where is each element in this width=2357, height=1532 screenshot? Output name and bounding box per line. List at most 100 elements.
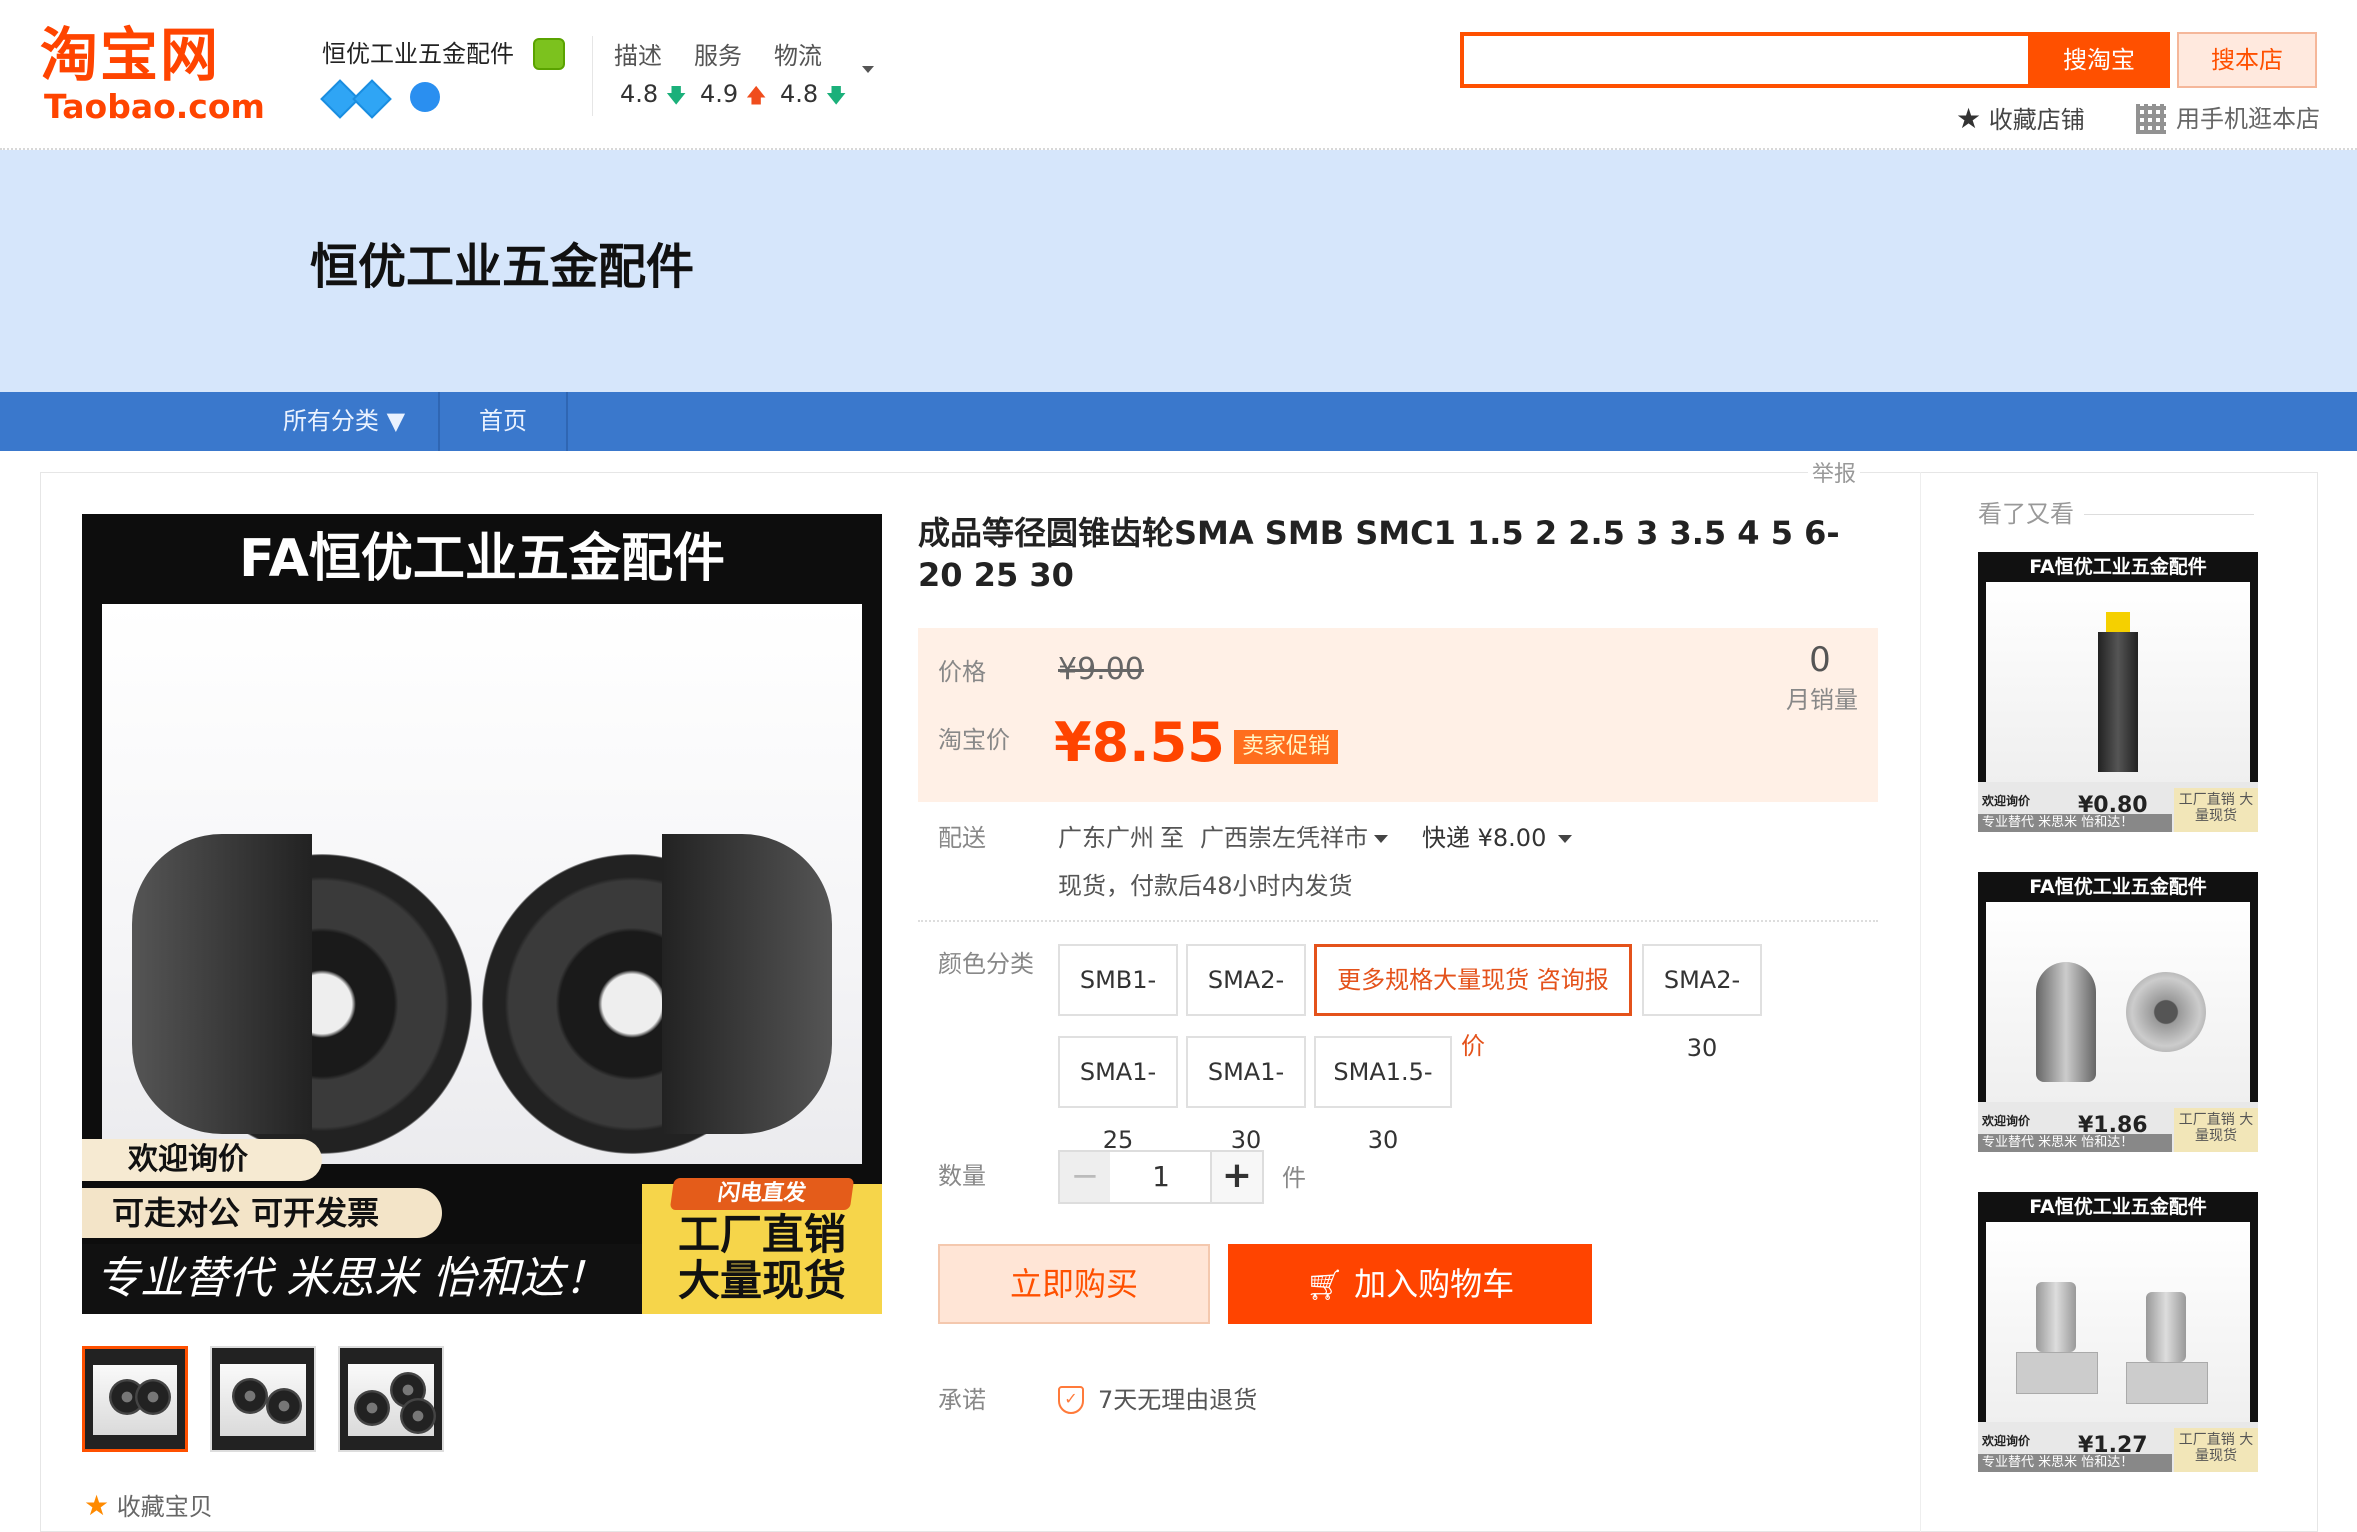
buy-now-button[interactable]: 立即购买 [938,1244,1210,1324]
product-part [2036,962,2096,1082]
arrow-down-icon: 🡇 [665,83,687,107]
verified-badge-icon [533,38,565,70]
delivery-label: 配送 [938,824,986,852]
ship-to-select[interactable]: 广西崇左凭祥市 [1200,822,1388,854]
divider [918,920,1878,922]
promo-price: ¥8.55 [1054,711,1225,774]
gear-photo [102,604,862,1164]
shop-name-link[interactable]: 恒优工业五金配件 [322,38,514,70]
fav-shop-link[interactable]: ★ 收藏店铺 [1956,102,2085,137]
quantity-input[interactable]: 1 [1110,1150,1212,1204]
quantity-decrease-button[interactable]: − [1058,1150,1112,1204]
report-link[interactable]: 举报 [1808,460,1861,490]
related-item-2[interactable]: FA恒优工业五金配件 欢迎询价 专业替代 米思米 怡和达！ 工厂直销 大量现货 [1978,872,2258,1152]
related-card-header: FA恒优工业五金配件 [2029,876,2207,898]
sku-option[interactable]: SMA1-30 [1186,1036,1306,1154]
product-part [2098,632,2138,772]
promise-label: 承诺 [938,1386,986,1414]
related-card-factory: 工厂直销 大量现货 [2174,1108,2258,1152]
related-price-1: ¥0.80 [2078,793,2148,818]
ship-to-word: 至 [1160,824,1184,852]
caret-down-icon [1374,835,1388,843]
nav-all-categories[interactable]: 所有分类 ▼ [250,392,438,451]
monthly-sales-count: 0 [1809,640,1831,680]
qr-code-icon [2136,104,2166,134]
color-label: 颜色分类 [938,950,1034,978]
taobao-logo-en[interactable]: Taobao.com [44,88,265,126]
related-card-welcome: 欢迎询价 [1982,1114,2031,1128]
seller-promo-badge: 卖家促销 [1234,730,1339,764]
thumbnail-2[interactable] [210,1346,316,1452]
sku-option[interactable]: SMB1-20 [1058,944,1178,1062]
quantity-unit: 件 [1282,1164,1306,1192]
sku-option-selected[interactable]: 更多规格大量现货 咨询报价 [1314,944,1632,1060]
sku-option[interactable]: SMA2-30 [1642,944,1762,1062]
mobile-shop-link[interactable]: 用手机逛本店 [2176,102,2320,136]
related-card-header: FA恒优工业五金配件 [2029,556,2207,578]
ship-from: 广东广州 [1058,824,1154,852]
search-input[interactable] [1460,32,2028,88]
promise-text[interactable]: 7天无理由退货 [1098,1384,1257,1416]
product-part [2016,1352,2098,1394]
product-title: 成品等径圆锥齿轮SMA SMB SMC1 1.5 2 2.5 3 3.5 4 5… [918,514,1840,594]
nav-divider [566,392,568,451]
shipping-method-select[interactable]: 快递 ¥8.00 [1422,822,1573,854]
promo-flash: 闪电直发 [669,1178,855,1210]
related-card-photo [1986,902,2250,1102]
sku-option[interactable]: SMA1.5-30 [1314,1036,1452,1154]
rating-value-service: 4.9 🡅 [700,80,767,108]
related-card-header: FA恒优工业五金配件 [2029,1196,2207,1218]
gear-hub-left [132,834,312,1134]
related-title: 看了又看 [1978,498,2084,530]
cart-icon: 🛒︎ [1305,1268,1344,1303]
original-price: ¥9.00 [1058,652,1144,687]
star-icon: ★ [84,1489,110,1522]
related-price-2: ¥1.86 [2078,1113,2148,1138]
fav-item-link[interactable]: ★ 收藏宝贝 [84,1490,213,1523]
related-card-factory: 工厂直销 大量现货 [2174,1428,2258,1472]
product-part [2036,1282,2076,1352]
related-card-photo [1986,1222,2250,1422]
rating-label-service: 服务 [694,42,742,70]
shield-check-icon: ✓ [1058,1386,1084,1414]
thumbnail-3[interactable] [338,1346,444,1452]
taobao-price-label: 淘宝价 [938,726,1010,754]
taobao-logo[interactable]: 淘宝网 [40,22,220,88]
product-part [2126,1362,2208,1404]
related-card-factory: 工厂直销 大量现货 [2174,788,2258,832]
sku-option[interactable]: SMA2-25 [1186,944,1306,1062]
related-card-photo [1986,582,2250,782]
triangle-down-icon: ▼ [386,407,406,435]
image-header-text: FA恒优工业五金配件 [239,529,725,589]
sku-option[interactable]: SMA1-25 [1058,1036,1178,1154]
ratings-dropdown-icon[interactable] [862,66,874,73]
rating-value-desc: 4.8 🡇 [620,80,687,108]
search-shop-button[interactable]: 搜本店 [2177,32,2317,88]
quantity-increase-button[interactable]: + [1210,1150,1264,1204]
gear-hub-right [662,834,832,1134]
related-item-1[interactable]: FA恒优工业五金配件 欢迎询价 专业替代 米思米 怡和达！ 工厂直销 大量现货 [1978,552,2258,832]
product-part [2106,612,2130,632]
search-taobao-button[interactable]: 搜淘宝 [2028,32,2170,88]
column-divider [1920,472,1921,1532]
quantity-label: 数量 [938,1162,986,1190]
promo-replace: 专业替代 米思米 怡和达！ [82,1244,682,1314]
arrow-down-icon: 🡇 [825,83,847,107]
wangwang-chat-icon[interactable] [410,82,440,112]
related-card-welcome: 欢迎询价 [1982,1434,2031,1448]
product-part [2126,972,2206,1052]
related-item-3[interactable]: FA恒优工业五金配件 欢迎询价 专业替代 米思米 怡和达！ 工厂直销 大量现货 [1978,1192,2258,1472]
nav-home[interactable]: 首页 [440,392,566,451]
add-to-cart-button[interactable]: 🛒︎ 加入购物车 [1228,1244,1592,1324]
rating-label-desc: 描述 [614,42,662,70]
caret-down-icon [1558,835,1573,843]
promo-welcome: 欢迎询价 [82,1139,322,1181]
ship-note: 现货，付款后48小时内发货 [1058,872,1353,900]
related-price-3: ¥1.27 [2078,1433,2148,1458]
main-product-image[interactable]: FA恒优工业五金配件 欢迎询价 可走对公 可开发票 专业替代 米思米 怡和达！ … [82,514,882,1314]
rating-label-logistics: 物流 [774,42,822,70]
thumbnail-1[interactable] [82,1346,188,1452]
rating-value-logistics: 4.8 🡇 [780,80,847,108]
star-icon: ★ [1956,102,1982,135]
promo-invoice: 可走对公 可开发票 [82,1188,442,1238]
